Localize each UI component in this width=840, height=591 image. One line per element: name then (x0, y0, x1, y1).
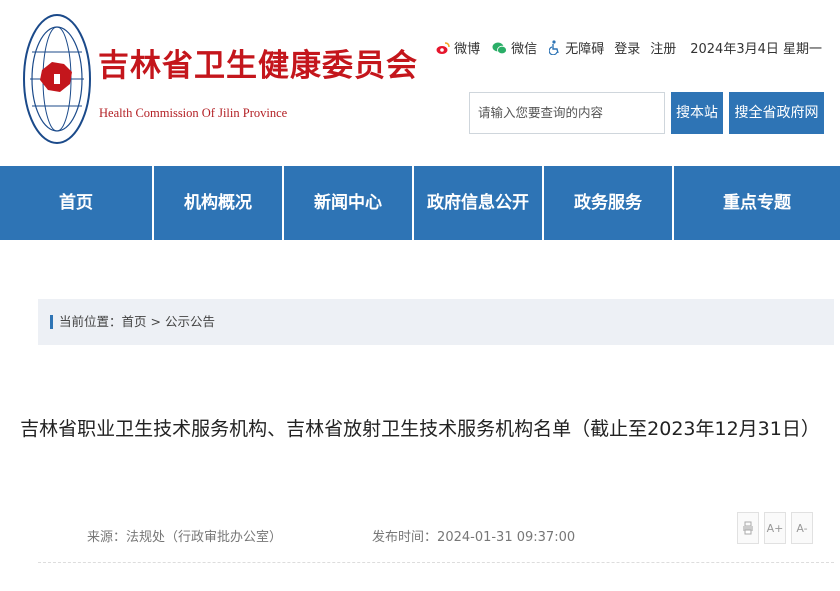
main-nav: 首页 机构概况 新闻中心 政府信息公开 政务服务 重点专题 (0, 166, 840, 240)
article-meta: 来源：法规处（行政审批办公室） 发布时间：2024-01-31 09:37:00 (87, 526, 575, 545)
print-icon (743, 521, 753, 535)
emblem-icon[interactable] (22, 12, 92, 146)
search-input[interactable] (478, 93, 658, 132)
org-name-cn: 吉林省卫生健康委员会 (98, 48, 418, 84)
accessibility-label: 无障碍 (565, 42, 605, 57)
print-button[interactable] (737, 512, 759, 544)
login-link[interactable]: 登录 (614, 38, 640, 57)
breadcrumb-current-link[interactable]: 公示公告 (165, 314, 215, 329)
font-smaller-button[interactable]: A- (791, 512, 813, 544)
accessibility-icon (549, 40, 559, 55)
wechat-label: 微信 (511, 42, 538, 57)
wechat-icon (492, 42, 508, 54)
article-title: 吉林省职业卫生技术服务机构、吉林省放射卫生技术服务机构名单（截止至2023年12… (20, 418, 820, 440)
nav-item-about[interactable]: 机构概况 (154, 166, 284, 240)
org-name-en: Health Commission Of Jilin Province (99, 106, 288, 120)
search-site-button[interactable]: 搜本站 (671, 92, 723, 134)
search-box (469, 92, 665, 134)
source-label: 来源： (87, 530, 127, 545)
weibo-link[interactable]: 微博 (436, 38, 480, 57)
accessibility-link[interactable]: 无障碍 (549, 38, 604, 57)
nav-item-services[interactable]: 政务服务 (544, 166, 674, 240)
current-date: 2024年3月4日 星期一 (690, 42, 822, 57)
breadcrumb-home-link[interactable]: 首页 (122, 314, 147, 329)
nav-item-gov-info[interactable]: 政府信息公开 (414, 166, 544, 240)
divider (38, 562, 834, 563)
article-tools: A+ A- (737, 512, 813, 544)
font-larger-button[interactable]: A+ (764, 512, 786, 544)
top-links: 微博 微信 无障碍 登录 注册 2024年3月4日 星期一 (424, 38, 822, 57)
time-label: 发布时间： (372, 530, 438, 545)
breadcrumb-prefix: 当前位置： (59, 314, 122, 329)
weibo-label: 微博 (454, 42, 481, 57)
site-header: 吉林省卫生健康委员会 Health Commission Of Jilin Pr… (0, 0, 840, 166)
nav-item-home[interactable]: 首页 (0, 166, 154, 240)
wechat-link[interactable]: 微信 (492, 38, 537, 57)
search-all-gov-button[interactable]: 搜全省政府网站 (729, 92, 824, 163)
nav-item-news[interactable]: 新闻中心 (284, 166, 414, 240)
weibo-icon (436, 41, 450, 54)
breadcrumb: 当前位置：首页 > 公示公告 (38, 299, 834, 345)
register-link[interactable]: 注册 (650, 38, 676, 57)
time-value: 2024-01-31 09:37:00 (437, 530, 576, 545)
breadcrumb-marker (50, 314, 53, 329)
source-value: 法规处（行政审批办公室） (126, 530, 283, 545)
nav-item-topics[interactable]: 重点专题 (674, 166, 840, 240)
breadcrumb-separator: > (146, 314, 165, 329)
